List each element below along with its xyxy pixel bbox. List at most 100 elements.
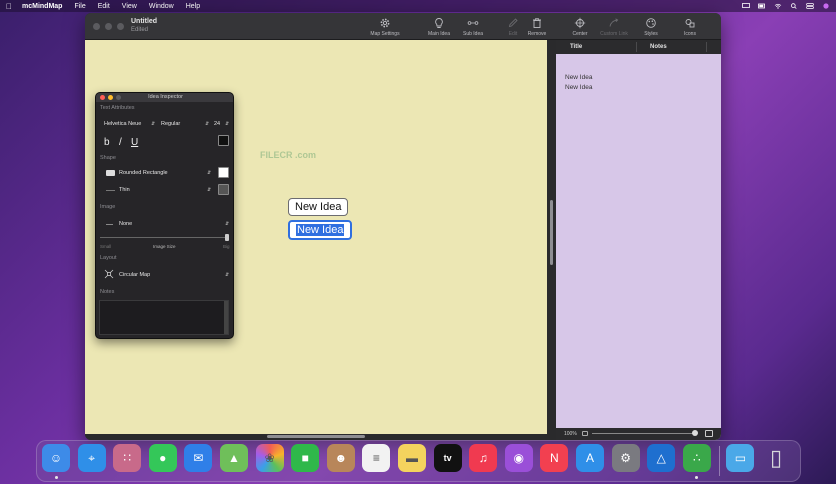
dock-launchpad[interactable]: ∷: [113, 444, 142, 472]
font-family-select[interactable]: Helvetica Neue: [104, 121, 141, 127]
bold-button[interactable]: b: [104, 137, 110, 148]
siri-icon[interactable]: [822, 3, 830, 9]
dock-contacts[interactable]: ☻: [326, 444, 355, 472]
node-label: New Idea: [296, 224, 345, 236]
notes-scrollbar[interactable]: [224, 301, 228, 334]
control-center-icon[interactable]: [806, 3, 814, 9]
dock-photos[interactable]: ❀: [255, 444, 284, 472]
palette-icon: [646, 18, 656, 28]
scroll-thumb[interactable]: [267, 435, 365, 438]
font-size-field[interactable]: 24: [214, 121, 220, 127]
fill-color-swatch[interactable]: [218, 167, 229, 178]
list-item[interactable]: New Idea: [565, 84, 592, 91]
toolbar-label: Icons: [684, 31, 696, 37]
stepper-icon[interactable]: ⇵: [225, 121, 229, 127]
dock-finder[interactable]: ☺: [42, 444, 70, 472]
image-select[interactable]: None: [119, 221, 132, 227]
mind-map-node[interactable]: New Idea: [288, 198, 349, 216]
menu-view[interactable]: View: [122, 3, 137, 10]
minimize-button[interactable]: [105, 23, 112, 30]
person-icon: ☻: [334, 451, 348, 465]
column-title[interactable]: Title: [570, 44, 582, 50]
mind-map-node-selected[interactable]: New Idea: [288, 220, 353, 240]
close-button[interactable]: [100, 95, 105, 100]
notes-textarea[interactable]: [99, 300, 229, 335]
battery-icon[interactable]: [758, 3, 766, 9]
toolbar-map-settings-button[interactable]: Map Settings: [365, 16, 405, 40]
image-size-label: Image Size: [153, 244, 176, 249]
camera-icon: ■: [301, 451, 309, 465]
dock-maps[interactable]: ▲: [220, 444, 248, 472]
map-pin-icon: ▲: [228, 451, 240, 465]
zoom-level: 100%: [564, 431, 577, 437]
podcast-icon: ◉: [513, 451, 525, 465]
minimize-button[interactable]: [108, 95, 113, 100]
note-icon: ▬: [406, 451, 418, 465]
dock-mail[interactable]: ✉: [184, 444, 213, 472]
status-icons: [742, 3, 830, 9]
window-controls: [93, 23, 124, 30]
dock-trash[interactable]: ▯: [762, 444, 790, 472]
list-item[interactable]: New Idea: [565, 74, 592, 81]
underline-button[interactable]: U: [131, 137, 138, 148]
menu-file[interactable]: File: [74, 3, 85, 10]
line-color-swatch[interactable]: [218, 184, 229, 195]
toolbar-remove-button[interactable]: Remove: [517, 16, 557, 40]
dock-reminders[interactable]: ≡: [362, 444, 391, 472]
close-button[interactable]: [93, 23, 100, 30]
zoom-slider[interactable]: [592, 433, 697, 434]
dock-messages[interactable]: ●: [148, 444, 177, 472]
sub-idea-icon: [467, 21, 479, 25]
shape-select[interactable]: Rounded Rectangle: [119, 170, 168, 176]
layout-select[interactable]: Circular Map: [119, 272, 150, 278]
italic-button[interactable]: /: [119, 137, 122, 148]
zoom-out-icon[interactable]: [582, 431, 588, 436]
zoom-button[interactable]: [117, 23, 124, 30]
zoom-bar: 100%: [556, 428, 721, 440]
toolbar-label: Sub Idea: [462, 31, 484, 37]
music-note-icon: ♫: [478, 451, 488, 465]
image-size-slider-knob[interactable]: [225, 234, 229, 241]
column-notes[interactable]: Notes: [650, 44, 667, 50]
dock-system-preferences[interactable]: ⚙: [611, 444, 640, 472]
dock-downloads-folder[interactable]: ▭: [726, 444, 755, 472]
font-weight-select[interactable]: Regular: [161, 121, 180, 127]
dock-facetime[interactable]: ■: [291, 444, 320, 472]
chevron-updown-icon: ⇵: [225, 272, 230, 278]
dock-notes[interactable]: ▬: [398, 444, 426, 472]
menu-help[interactable]: Help: [186, 3, 200, 10]
dock-music[interactable]: ♫: [469, 444, 498, 472]
scroll-thumb[interactable]: [550, 200, 553, 265]
menu-edit[interactable]: Edit: [98, 3, 110, 10]
toolbar-custom-link-button[interactable]: Custom Link: [594, 16, 634, 40]
spotlight-icon[interactable]: [790, 3, 798, 9]
zoom-in-icon[interactable]: [705, 430, 713, 437]
dock-mcmindmap[interactable]: ∴: [682, 444, 711, 472]
section-text-attributes: Text Attributes: [100, 105, 135, 111]
menu-window[interactable]: Window: [149, 3, 174, 10]
dock-separator: [719, 446, 720, 476]
toolbar-sub-idea-button[interactable]: Sub Idea: [453, 16, 493, 40]
dock-podcasts[interactable]: ◉: [504, 444, 533, 472]
dock-news[interactable]: N: [540, 444, 569, 472]
dock-tv[interactable]: tv: [433, 444, 462, 472]
image-size-slider[interactable]: [100, 237, 229, 238]
dock-altimeter[interactable]: △: [647, 444, 676, 472]
line-weight-select[interactable]: Thin: [119, 187, 130, 193]
finder-icon: ☺: [49, 451, 63, 465]
text-color-swatch[interactable]: [218, 135, 229, 146]
wifi-icon[interactable]: [774, 3, 782, 9]
zoom-slider-knob[interactable]: [692, 430, 698, 436]
vertical-scrollbar[interactable]: [548, 40, 556, 440]
dock-app-store[interactable]: A: [576, 444, 604, 472]
dock-safari[interactable]: ⌖: [77, 444, 106, 472]
menu-app-name[interactable]: mcMindMap: [22, 3, 62, 10]
apple-icon[interactable]: : [6, 2, 12, 11]
trash-icon: [533, 18, 541, 28]
zoom-button[interactable]: [116, 95, 121, 100]
chevron-updown-icon: ⇵: [207, 170, 212, 176]
screen-mirroring-icon[interactable]: [742, 3, 750, 9]
toolbar-styles-button[interactable]: Styles: [631, 16, 671, 40]
appstore-icon: A: [585, 451, 594, 465]
toolbar-icons-button[interactable]: Icons: [670, 16, 710, 40]
